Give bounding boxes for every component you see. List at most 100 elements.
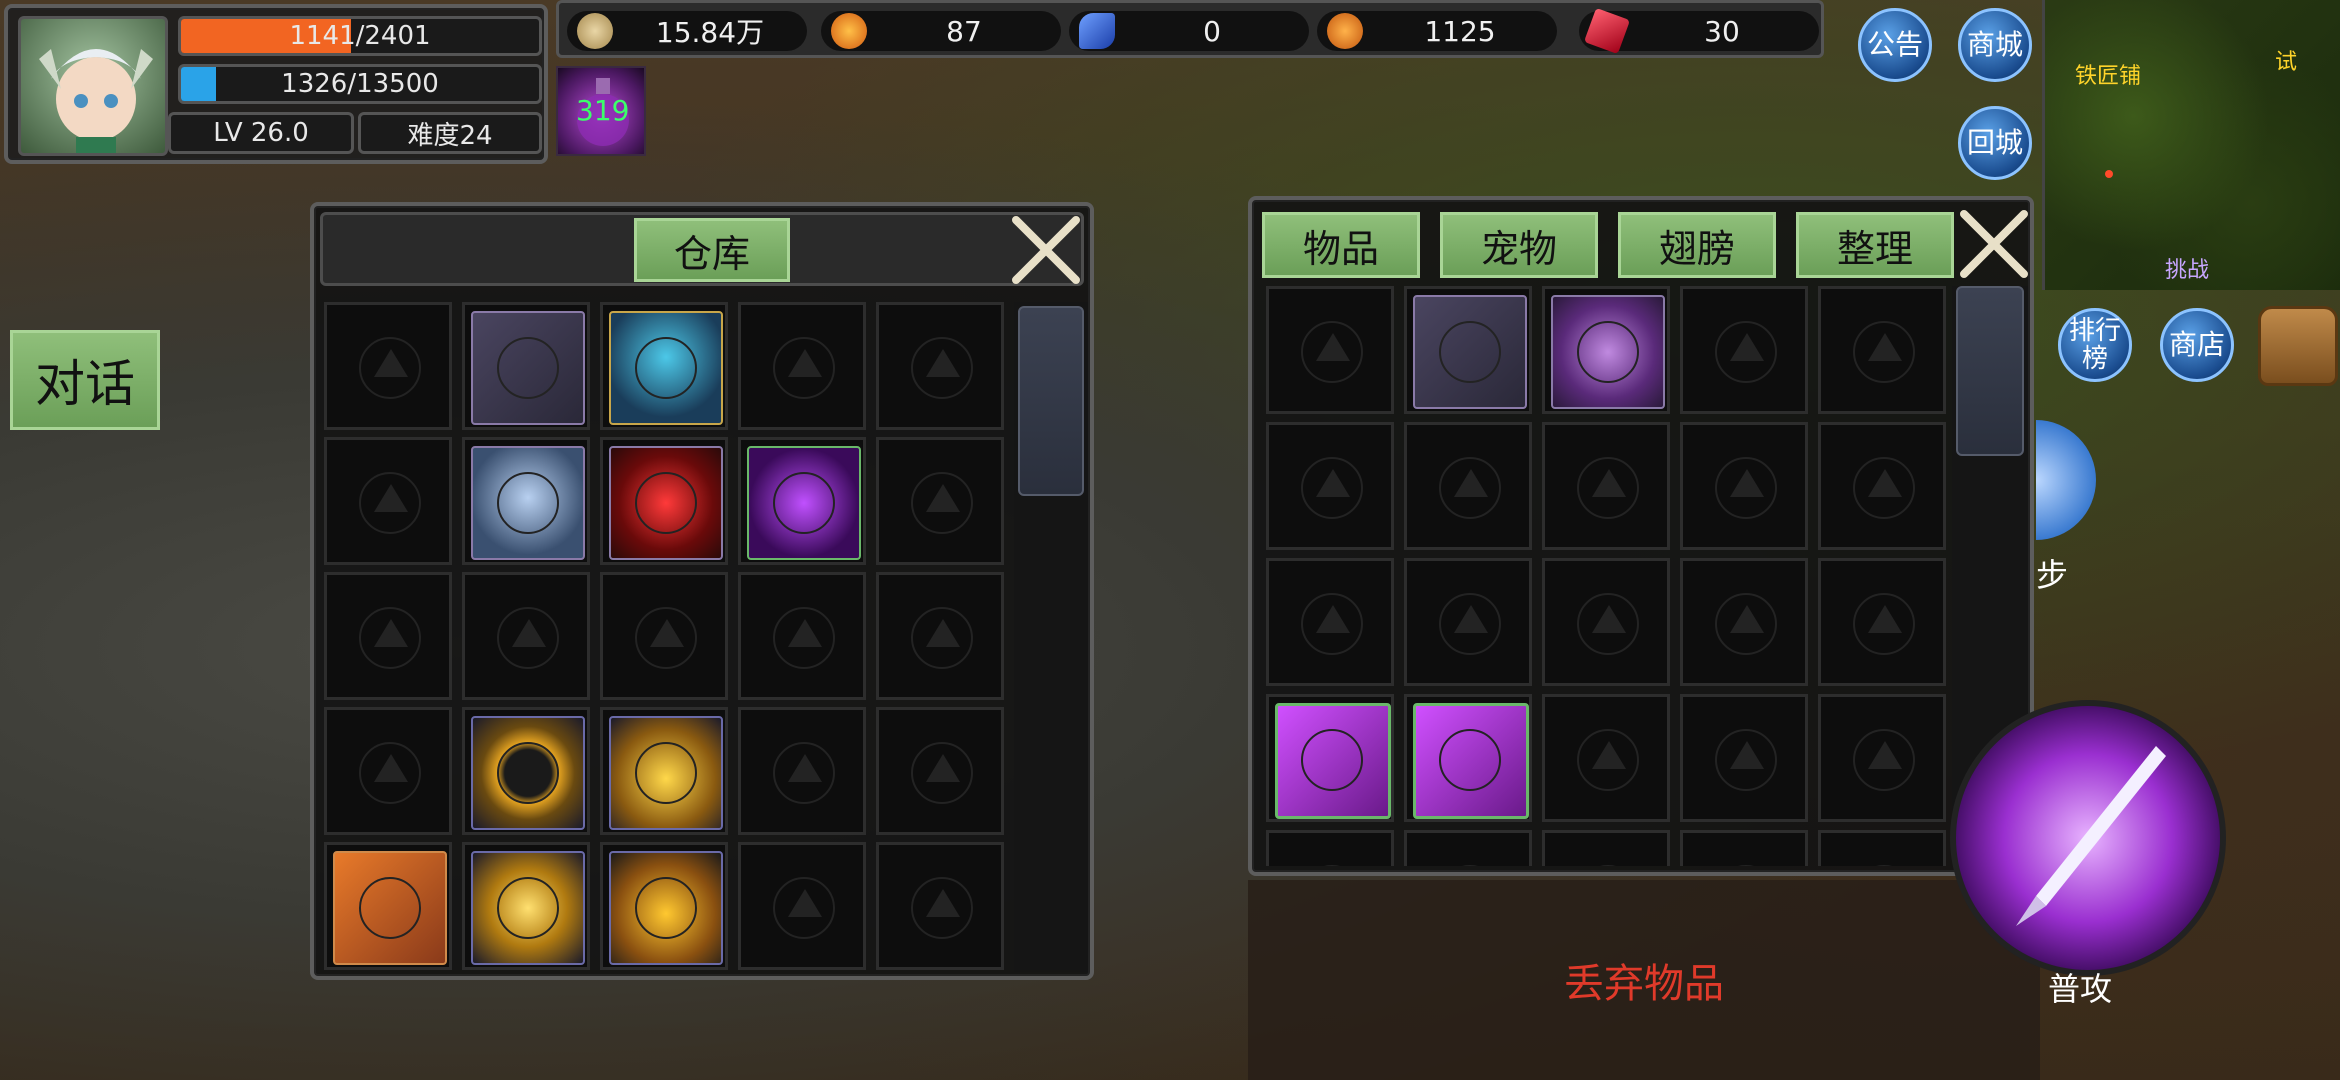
gold-necklace-icon (609, 716, 723, 830)
player-avatar[interactable] (18, 16, 168, 156)
close-icon (1960, 210, 2028, 278)
inventory-slot[interactable] (1680, 558, 1808, 686)
empty-slot-triangle-icon (1454, 605, 1488, 633)
purple-scroll-icon (1413, 703, 1529, 819)
inventory-slot[interactable] (1818, 694, 1946, 822)
warehouse-slot[interactable] (738, 302, 866, 430)
inventory-slot[interactable] (1818, 558, 1946, 686)
warehouse-slot[interactable] (738, 707, 866, 835)
warehouse-slot[interactable] (462, 437, 590, 565)
gold-helmet-icon (609, 851, 723, 965)
empty-slot-triangle-icon (926, 619, 960, 647)
warehouse-slot[interactable] (876, 842, 1004, 970)
skill-button-partial[interactable] (2036, 420, 2096, 540)
inventory-slot[interactable] (1404, 694, 1532, 822)
empty-slot-triangle-icon (1316, 333, 1350, 361)
warehouse-close-button[interactable] (1010, 214, 1082, 286)
empty-slot-triangle-icon (650, 754, 684, 782)
warehouse-slot[interactable] (324, 302, 452, 430)
inventory-slot[interactable] (1542, 422, 1670, 550)
warehouse-slot[interactable] (600, 572, 728, 700)
shop-mall-button[interactable]: 商城 (1958, 8, 2032, 82)
inventory-slot[interactable] (1266, 422, 1394, 550)
resource-bar: 15.84万 87 0 1125 30 (556, 0, 1824, 58)
warehouse-slot[interactable] (462, 572, 590, 700)
inventory-slot[interactable] (1404, 558, 1532, 686)
inventory-slot[interactable] (1266, 286, 1394, 414)
talk-button[interactable]: 对话 (10, 330, 160, 430)
empty-slot-triangle-icon (788, 349, 822, 377)
inventory-slot[interactable] (1542, 694, 1670, 822)
empty-slot-triangle-icon (1730, 605, 1764, 633)
warehouse-slot[interactable] (600, 707, 728, 835)
inventory-slot[interactable] (1542, 830, 1670, 866)
inventory-slot[interactable] (1266, 830, 1394, 866)
inventory-scroll-thumb[interactable] (1956, 286, 2024, 456)
empty-slot-triangle-icon (650, 889, 684, 917)
inventory-slot[interactable] (1542, 286, 1670, 414)
resource-feather: 0 (1069, 11, 1309, 51)
tab-wings[interactable]: 翅膀 (1618, 212, 1776, 278)
warehouse-slot[interactable] (876, 707, 1004, 835)
player-status-panel: 1141/2401 1326/13500 LV 26.0 难度24 (4, 4, 548, 164)
return-city-button[interactable]: 回城 (1958, 106, 2032, 180)
warehouse-slot[interactable] (738, 842, 866, 970)
inventory-slot[interactable] (1266, 694, 1394, 822)
tab-sort[interactable]: 整理 (1796, 212, 1954, 278)
warehouse-panel: 仓库 (310, 202, 1094, 980)
announcement-button[interactable]: 公告 (1858, 8, 1932, 82)
minimap[interactable]: 铁匠铺 试 挑战 (2042, 0, 2340, 290)
inventory-slot[interactable] (1680, 422, 1808, 550)
inventory-slot[interactable] (1680, 694, 1808, 822)
warehouse-slot[interactable] (876, 302, 1004, 430)
warehouse-scrollbar[interactable] (1014, 302, 1088, 972)
ranking-button[interactable]: 排行榜 (2058, 308, 2132, 382)
backpack-icon[interactable] (2258, 306, 2338, 386)
inventory-slot[interactable] (1818, 830, 1946, 866)
inventory-slot[interactable] (1818, 286, 1946, 414)
warehouse-scroll-thumb[interactable] (1018, 306, 1084, 496)
inventory-slot[interactable] (1818, 422, 1946, 550)
stamina-value: 1125 (1424, 14, 1496, 48)
attack-label: 普攻 (2048, 970, 2113, 1008)
difficulty-text: 难度24 (407, 120, 493, 151)
tab-pets[interactable]: 宠物 (1440, 212, 1598, 278)
inventory-close-button[interactable] (1958, 208, 2030, 280)
spear-icon (471, 311, 585, 425)
runner-icon (1327, 13, 1363, 49)
inventory-slot[interactable] (1680, 830, 1808, 866)
warehouse-slot[interactable] (738, 437, 866, 565)
warehouse-slot[interactable] (324, 437, 452, 565)
warehouse-slot[interactable] (738, 572, 866, 700)
empty-slot-triangle-icon (1592, 333, 1626, 361)
warehouse-slot[interactable] (324, 572, 452, 700)
tab-items[interactable]: 物品 (1262, 212, 1420, 278)
empty-slot-triangle-icon (1730, 333, 1764, 361)
store-button[interactable]: 商店 (2160, 308, 2234, 382)
discard-area[interactable]: 丢弃物品 (1248, 880, 2040, 1080)
purple-helmet-icon (1551, 295, 1665, 409)
warehouse-slot[interactable] (462, 302, 590, 430)
empty-slot-triangle-icon (650, 349, 684, 377)
warehouse-slot[interactable] (462, 707, 590, 835)
attack-button[interactable] (1950, 700, 2226, 976)
blue-feather-icon (1079, 13, 1115, 49)
inventory-slot[interactable] (1266, 558, 1394, 686)
warehouse-slot[interactable] (600, 437, 728, 565)
warehouse-slot[interactable] (600, 842, 728, 970)
warehouse-slot[interactable] (324, 707, 452, 835)
inventory-slot[interactable] (1542, 558, 1670, 686)
potion-slot[interactable]: 319 (556, 66, 646, 156)
warehouse-slot[interactable] (876, 437, 1004, 565)
inventory-panel: 物品 宠物 翅膀 整理 (1248, 196, 2034, 876)
empty-slot-triangle-icon (926, 889, 960, 917)
inventory-slot[interactable] (1404, 422, 1532, 550)
warehouse-slot[interactable] (462, 842, 590, 970)
warehouse-slot[interactable] (324, 842, 452, 970)
ranking-label: 排行榜 (2068, 316, 2121, 374)
inventory-slot[interactable] (1404, 830, 1532, 866)
warehouse-slot[interactable] (876, 572, 1004, 700)
inventory-slot[interactable] (1680, 286, 1808, 414)
warehouse-slot[interactable] (600, 302, 728, 430)
inventory-slot[interactable] (1404, 286, 1532, 414)
